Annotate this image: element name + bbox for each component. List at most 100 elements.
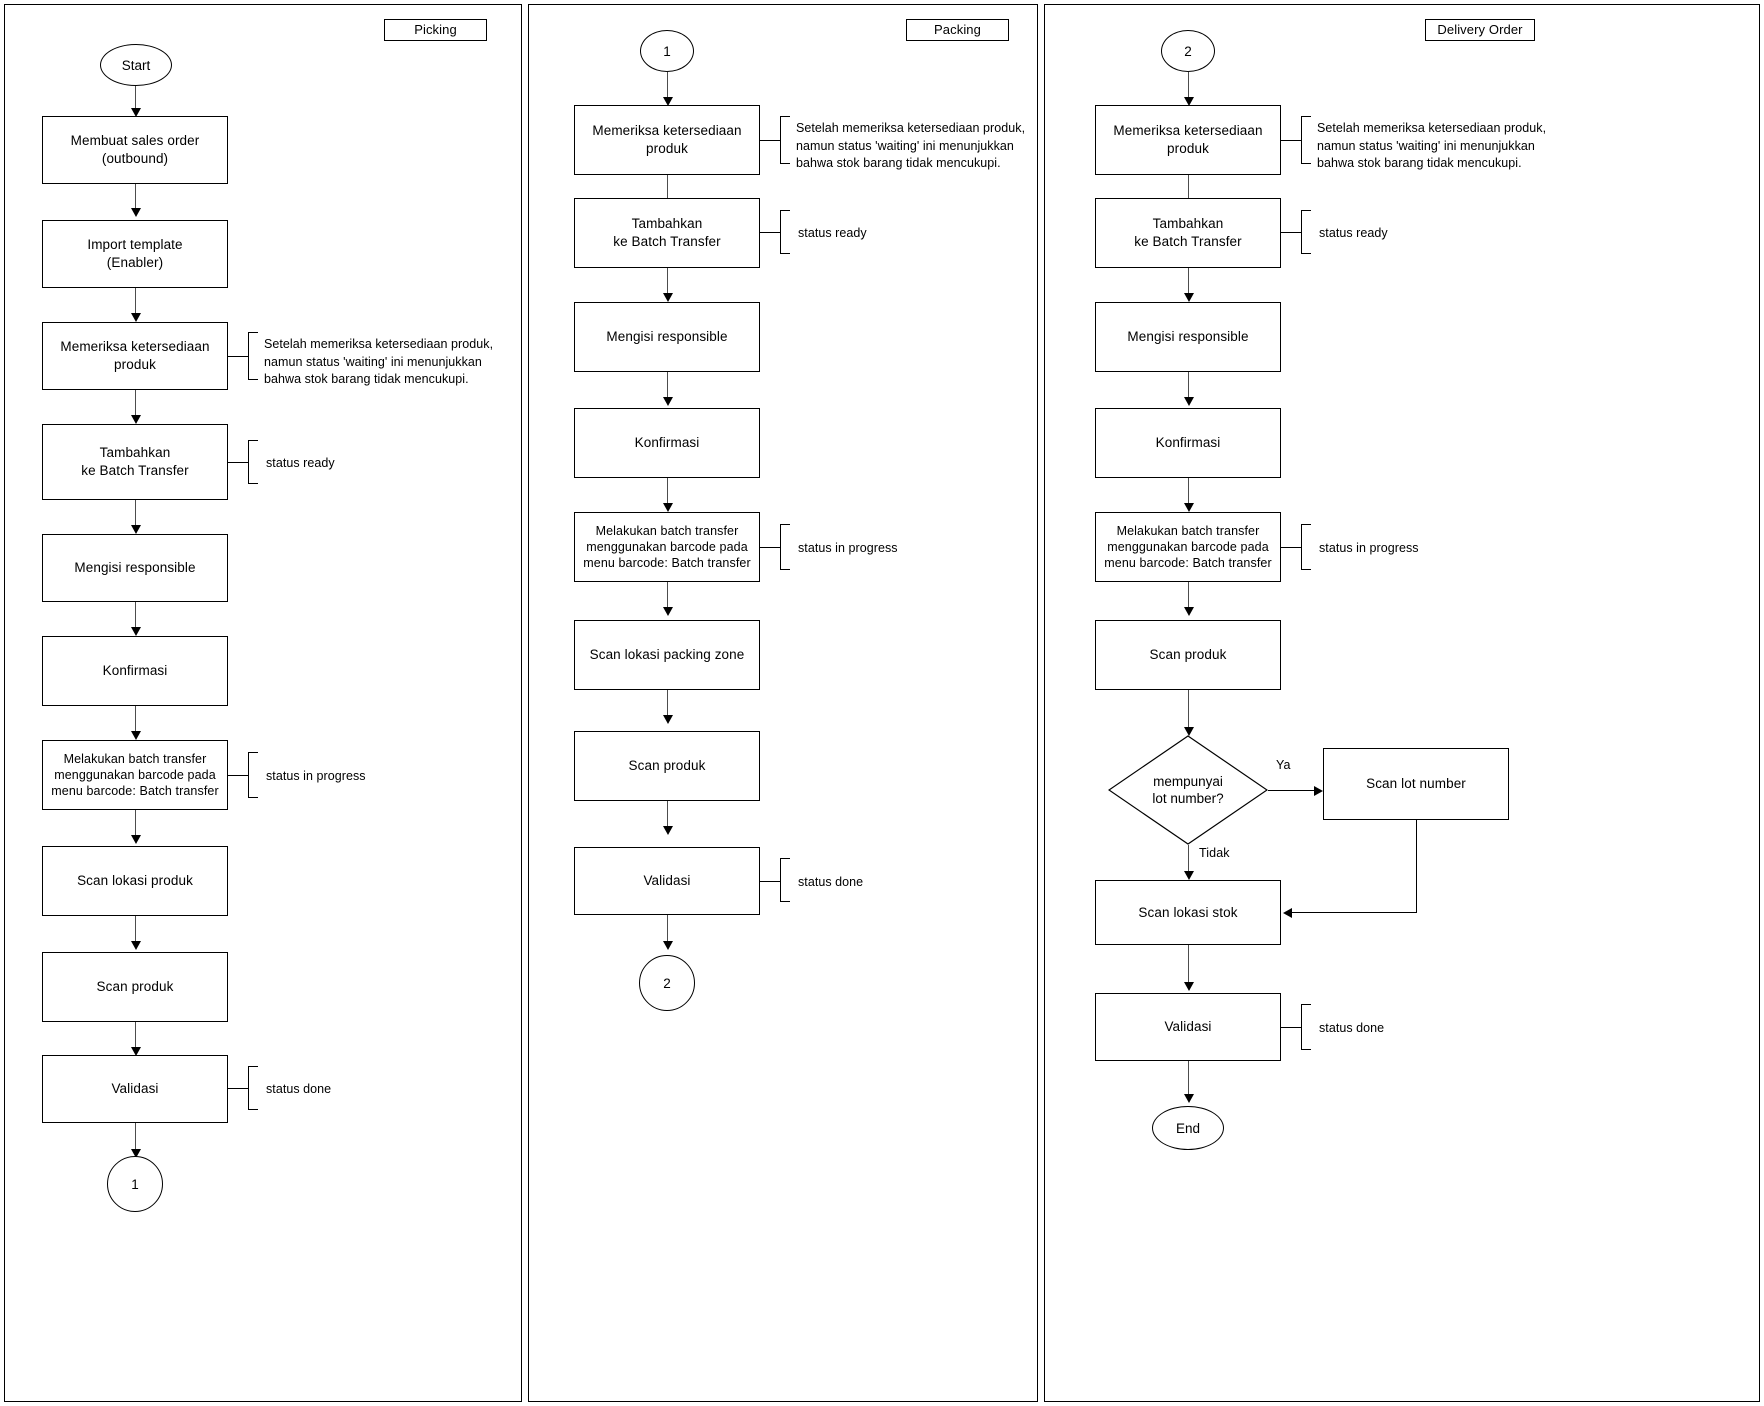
packing-node-melakukan-batch-transfer[interactable]: Melakukan batch transfer menggunakan bar…: [574, 512, 760, 582]
lane-title-delivery: Delivery Order: [1425, 19, 1535, 41]
note-stem: [1281, 547, 1301, 548]
delivery-node-melakukan-batch-transfer[interactable]: Melakukan batch transfer menggunakan bar…: [1095, 512, 1281, 582]
picking-node-memeriksa-ketersediaan[interactable]: Memeriksa ketersediaan produk: [42, 322, 228, 390]
packing-note-stock-warning: Setelah memeriksa ketersediaan produk, n…: [796, 121, 1026, 170]
delivery-node-memeriksa-ketersediaan[interactable]: Memeriksa ketersediaan produk: [1095, 105, 1281, 175]
note-stem: [760, 881, 780, 882]
packing-node-memeriksa-ketersediaan[interactable]: Memeriksa ketersediaan produk: [574, 105, 760, 175]
picking-start-terminator: Start: [100, 44, 172, 86]
picking-node-validasi[interactable]: Validasi: [42, 1055, 228, 1123]
picking-node-tambahkan-batch-transfer[interactable]: Tambahkan ke Batch Transfer: [42, 424, 228, 500]
flowchart-canvas: Picking Packing Delivery Order Start Mem…: [0, 0, 1764, 1406]
delivery-node-konfirmasi[interactable]: Konfirmasi: [1095, 408, 1281, 478]
arrowhead: [131, 525, 141, 534]
arrowhead: [131, 208, 141, 217]
note-bracket: [780, 116, 790, 164]
note-bracket: [248, 752, 258, 798]
delivery-node-tambahkan-batch-transfer[interactable]: Tambahkan ke Batch Transfer: [1095, 198, 1281, 268]
delivery-node-scan-lot-number[interactable]: Scan lot number: [1323, 748, 1509, 820]
picking-node-scan-lokasi-produk[interactable]: Scan lokasi produk: [42, 846, 228, 916]
delivery-note-stock-warning: Setelah memeriksa ketersediaan produk, n…: [1317, 121, 1547, 170]
arrowhead: [131, 731, 141, 740]
edge-picking-9-10: [135, 1022, 136, 1050]
edge-packing-5-6: [667, 582, 668, 610]
packing-node-mengisi-responsible[interactable]: Mengisi responsible: [574, 302, 760, 372]
arrowhead: [663, 607, 673, 616]
packing-connector-in-1: 1: [640, 30, 694, 72]
edge-delivery-lot-return-horizontal: [1292, 912, 1417, 913]
picking-node-konfirmasi[interactable]: Konfirmasi: [42, 636, 228, 706]
note-bracket: [780, 210, 790, 254]
arrowhead: [1184, 503, 1194, 512]
note-stem: [760, 547, 780, 548]
edge-picking-1-2: [135, 184, 136, 211]
arrowhead: [131, 415, 141, 424]
edge-picking-7-8: [135, 810, 136, 838]
packing-node-validasi[interactable]: Validasi: [574, 847, 760, 915]
arrowhead: [1184, 982, 1194, 991]
delivery-connector-in-2: 2: [1161, 30, 1215, 72]
delivery-decision-lot-number[interactable]: mempunyai lot number?: [1108, 735, 1268, 845]
note-bracket: [780, 524, 790, 570]
arrowhead: [663, 293, 673, 302]
edge-delivery-lot-return-vertical: [1416, 820, 1417, 912]
note-bracket: [248, 1066, 258, 1110]
note-stem: [228, 356, 248, 357]
delivery-node-scan-produk[interactable]: Scan produk: [1095, 620, 1281, 690]
edge-packing-2-3: [667, 268, 668, 296]
edge-picking-2-3: [135, 288, 136, 316]
edge-packing-3-4: [667, 372, 668, 400]
arrowhead: [663, 941, 673, 950]
picking-node-import-template[interactable]: Import template (Enabler): [42, 220, 228, 288]
delivery-end-terminator: End: [1152, 1106, 1224, 1150]
edge-packing-4-5: [667, 478, 668, 506]
edge-picking-8-9: [135, 916, 136, 944]
arrowhead: [663, 826, 673, 835]
edge-picking-5-6: [135, 602, 136, 630]
note-stem: [1281, 232, 1301, 233]
packing-node-tambahkan-batch-transfer[interactable]: Tambahkan ke Batch Transfer: [574, 198, 760, 268]
note-stem: [760, 232, 780, 233]
packing-connector-out-2: 2: [639, 955, 695, 1011]
packing-node-scan-produk[interactable]: Scan produk: [574, 731, 760, 801]
delivery-node-mengisi-responsible[interactable]: Mengisi responsible: [1095, 302, 1281, 372]
lane-title-picking: Picking: [384, 19, 487, 41]
edge-label-tidak: Tidak: [1199, 846, 1230, 860]
arrowhead: [131, 627, 141, 636]
arrowhead: [1184, 871, 1194, 880]
edge-delivery-7-8: [1188, 945, 1189, 987]
arrowhead: [1184, 1094, 1194, 1103]
picking-note-status-in-progress: status in progress: [266, 769, 366, 783]
edge-packing-7-8: [667, 801, 668, 829]
edge-delivery-4-5: [1188, 478, 1189, 506]
edge-picking-6-7: [135, 706, 136, 734]
picking-node-membuat-sales-order[interactable]: Membuat sales order (outbound): [42, 116, 228, 184]
note-bracket: [780, 858, 790, 902]
note-stem: [228, 1088, 248, 1089]
edge-delivery-3-4: [1188, 372, 1189, 400]
packing-note-status-ready: status ready: [798, 226, 867, 240]
edge-packing-6-7: [667, 690, 668, 718]
edge-delivery-in-1: [1188, 72, 1189, 100]
packing-node-konfirmasi[interactable]: Konfirmasi: [574, 408, 760, 478]
arrowhead: [131, 835, 141, 844]
edge-label-ya: Ya: [1276, 758, 1291, 772]
delivery-node-validasi[interactable]: Validasi: [1095, 993, 1281, 1061]
edge-delivery-5-6: [1188, 582, 1189, 610]
delivery-note-status-done: status done: [1319, 1021, 1385, 1035]
delivery-note-status-ready: status ready: [1319, 226, 1388, 240]
picking-node-melakukan-batch-transfer[interactable]: Melakukan batch transfer menggunakan bar…: [42, 740, 228, 810]
edge-delivery-2-3: [1188, 268, 1189, 296]
arrowhead: [131, 313, 141, 322]
arrowhead: [663, 503, 673, 512]
packing-node-scan-lokasi-packing-zone[interactable]: Scan lokasi packing zone: [574, 620, 760, 690]
note-bracket: [1301, 116, 1311, 164]
picking-node-mengisi-responsible[interactable]: Mengisi responsible: [42, 534, 228, 602]
note-bracket: [1301, 524, 1311, 570]
delivery-node-scan-lokasi-stok[interactable]: Scan lokasi stok: [1095, 880, 1281, 945]
arrowhead: [1314, 786, 1323, 796]
picking-note-stock-warning: Setelah memeriksa ketersediaan produk, n…: [264, 337, 494, 386]
picking-note-status-ready: status ready: [266, 456, 335, 470]
picking-node-scan-produk[interactable]: Scan produk: [42, 952, 228, 1022]
arrowhead: [1184, 397, 1194, 406]
